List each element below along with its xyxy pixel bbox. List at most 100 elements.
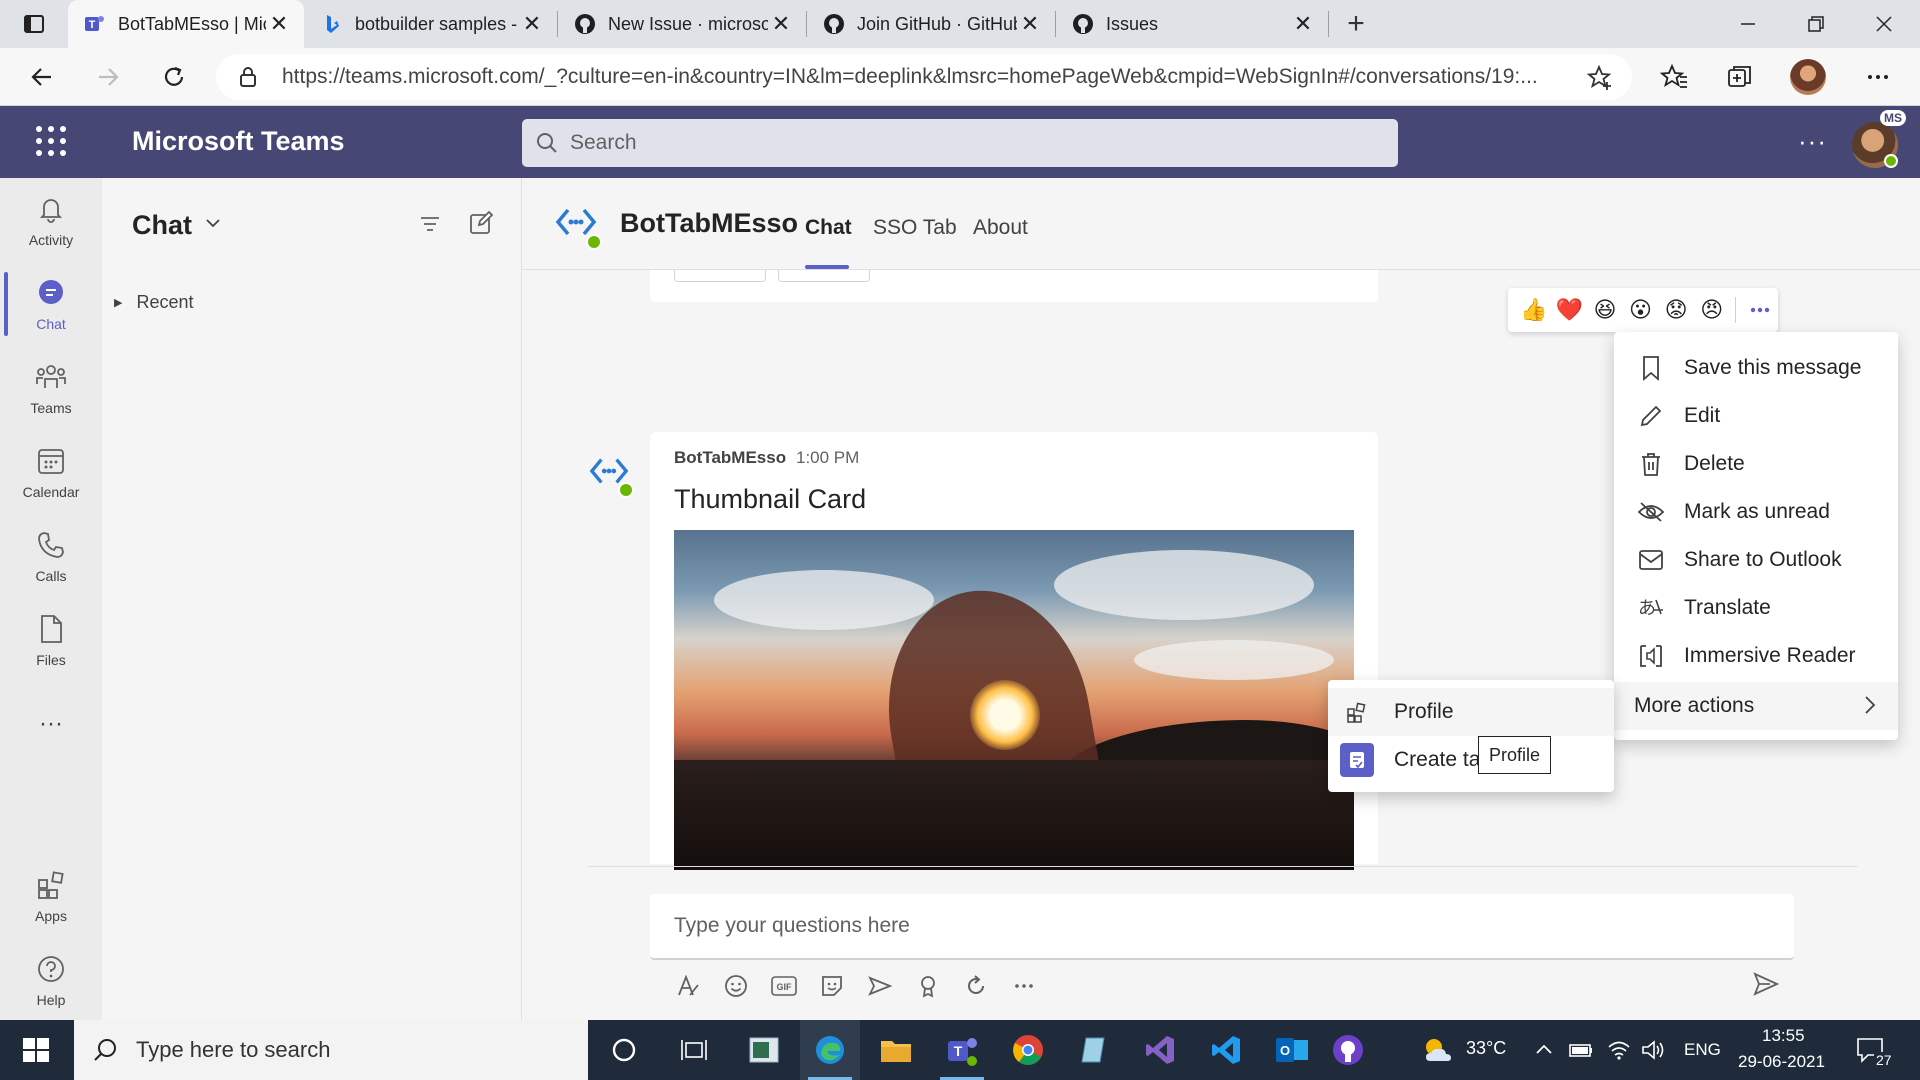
forward-button[interactable] — [88, 57, 128, 97]
back-button[interactable] — [22, 57, 62, 97]
menu-item-translate[interactable]: あ Translate — [1614, 584, 1898, 632]
chat-list-title[interactable]: Chat — [132, 210, 192, 241]
taskbar-app-chrome[interactable] — [998, 1020, 1058, 1080]
taskbar-search-box[interactable]: Type here to search — [74, 1020, 588, 1080]
thumbnail-card-message[interactable]: BotTabMEsso 1:00 PM Thumbnail Card — [650, 432, 1378, 870]
new-tab-button[interactable]: + — [1329, 0, 1383, 48]
menu-item-edit[interactable]: Edit — [1614, 392, 1898, 440]
wifi-icon[interactable] — [1606, 1038, 1632, 1067]
like-reaction[interactable]: 👍 — [1516, 291, 1552, 329]
add-favorite-icon[interactable] — [1586, 64, 1614, 97]
close-tab-icon[interactable]: ✕ — [266, 11, 292, 37]
menu-item-share-outlook[interactable]: Share to Outlook — [1614, 536, 1898, 584]
url-bar[interactable]: https://teams.microsoft.com/_?culture=en… — [216, 54, 1632, 100]
more-options-button[interactable] — [1000, 968, 1048, 1004]
rail-item-calls[interactable]: Calls — [0, 514, 102, 598]
menu-item-mark-unread[interactable]: Mark as unread — [1614, 488, 1898, 536]
new-chat-icon[interactable] — [468, 210, 494, 241]
browser-tab-join-github[interactable]: Join GitHub · GitHub ✕ — [807, 0, 1055, 48]
input-language[interactable]: ENG — [1684, 1040, 1721, 1060]
praise-button[interactable] — [904, 968, 952, 1004]
taskbar-app-file-explorer[interactable] — [866, 1020, 926, 1080]
chevron-up-icon[interactable] — [1534, 1040, 1554, 1065]
emoji-button[interactable] — [712, 968, 760, 1004]
menu-item-more-actions[interactable]: More actions — [1614, 682, 1898, 730]
battery-icon[interactable] — [1568, 1040, 1594, 1065]
chevron-down-icon[interactable] — [204, 214, 222, 237]
close-tab-icon[interactable]: ✕ — [768, 11, 794, 37]
taskbar-app-teams[interactable]: T — [932, 1020, 992, 1080]
browser-menu-button[interactable] — [1858, 57, 1898, 97]
clock-date[interactable]: 29-06-2021 — [1738, 1052, 1825, 1072]
sticker-button[interactable] — [808, 968, 856, 1004]
taskbar-app-github[interactable] — [1318, 1020, 1378, 1080]
tab-about[interactable]: About — [973, 216, 1028, 240]
browser-tab-teams[interactable]: T BotTabMEsso | Microsoft T ✕ — [68, 0, 304, 48]
close-window-button[interactable] — [1850, 0, 1918, 48]
search-input[interactable]: Search — [522, 119, 1398, 167]
submenu-item-profile[interactable]: Profile — [1328, 688, 1614, 736]
task-view-button[interactable] — [664, 1020, 724, 1080]
app-launcher-icon[interactable] — [36, 126, 66, 156]
rail-item-teams[interactable]: Teams — [0, 346, 102, 430]
gif-button[interactable]: GIF — [760, 968, 808, 1004]
tab-sso[interactable]: SSO Tab — [873, 216, 957, 240]
rail-item-calendar[interactable]: Calendar — [0, 430, 102, 514]
taskbar-app-notepad[interactable] — [1064, 1020, 1124, 1080]
compose-box[interactable]: Type your questions here — [650, 894, 1794, 960]
restore-button[interactable] — [1782, 0, 1850, 48]
format-button[interactable] — [664, 968, 712, 1004]
surprised-reaction[interactable]: 😮 — [1623, 291, 1659, 329]
close-tab-icon[interactable]: ✕ — [519, 11, 545, 37]
angry-reaction[interactable]: 😠 — [1694, 291, 1730, 329]
browser-tab-new-issue[interactable]: New Issue · microsoft/Bot ✕ — [558, 0, 806, 48]
close-tab-icon[interactable]: ✕ — [1290, 11, 1316, 37]
card-action-button[interactable] — [778, 270, 870, 282]
volume-icon[interactable] — [1640, 1038, 1666, 1067]
taskbar-app-edge[interactable] — [800, 1020, 860, 1080]
rail-item-files[interactable]: Files — [0, 598, 102, 682]
rail-item-activity[interactable]: Activity — [0, 178, 102, 262]
weather-widget[interactable] — [1408, 1020, 1468, 1080]
rail-item-apps[interactable]: Apps — [0, 854, 102, 938]
profile-avatar[interactable] — [1788, 57, 1828, 97]
recent-section-toggle[interactable]: ▶ Recent — [114, 292, 194, 313]
menu-item-immersive-reader[interactable]: Immersive Reader — [1614, 632, 1898, 680]
favorites-button[interactable] — [1654, 57, 1694, 97]
card-action-button[interactable] — [674, 270, 766, 282]
minimize-button[interactable] — [1714, 0, 1782, 48]
schedule-meeting-button[interactable] — [856, 968, 904, 1004]
sad-reaction[interactable]: 😟 — [1658, 291, 1694, 329]
menu-item-save[interactable]: Save this message — [1614, 344, 1898, 392]
browser-tab-bing[interactable]: botbuilder samples - Bing ✕ — [305, 0, 557, 48]
refresh-button[interactable] — [154, 57, 194, 97]
rail-item-help[interactable]: Help — [0, 938, 102, 1022]
menu-item-delete[interactable]: Delete — [1614, 440, 1898, 488]
submenu-item-create-task[interactable]: Create ta — [1328, 736, 1614, 784]
rail-item-chat[interactable]: Chat — [0, 262, 102, 346]
loop-button[interactable] — [952, 968, 1000, 1004]
taskbar-app-vscode[interactable] — [1196, 1020, 1256, 1080]
settings-more-button[interactable]: ··· — [1798, 126, 1827, 157]
tab-chat[interactable]: Chat — [805, 216, 852, 240]
laugh-reaction[interactable]: 😆 — [1587, 291, 1623, 329]
close-tab-icon[interactable]: ✕ — [1017, 11, 1043, 37]
url-text[interactable]: https://teams.microsoft.com/_?culture=en… — [282, 54, 1572, 100]
send-button[interactable] — [1748, 966, 1784, 1002]
tab-actions-button[interactable] — [0, 0, 68, 48]
clock-time[interactable]: 13:55 — [1762, 1026, 1805, 1046]
taskbar-app-screen[interactable] — [734, 1020, 794, 1080]
taskbar-app-visual-studio[interactable] — [1130, 1020, 1190, 1080]
collections-button[interactable] — [1720, 57, 1760, 97]
rail-more-apps-button[interactable]: ··· — [0, 682, 102, 766]
address-bar-row: https://teams.microsoft.com/_?culture=en… — [0, 48, 1920, 106]
taskbar-app-outlook[interactable]: O — [1262, 1020, 1322, 1080]
lock-icon[interactable] — [236, 65, 260, 94]
cortana-button[interactable] — [594, 1020, 654, 1080]
windows-start-button[interactable] — [14, 1034, 56, 1066]
filter-icon[interactable] — [418, 212, 442, 241]
more-options-button[interactable] — [1742, 291, 1778, 329]
heart-reaction[interactable]: ❤️ — [1552, 291, 1588, 329]
weather-temperature[interactable]: 33°C — [1466, 1038, 1506, 1059]
browser-tab-issues[interactable]: Issues ✕ — [1056, 0, 1328, 48]
